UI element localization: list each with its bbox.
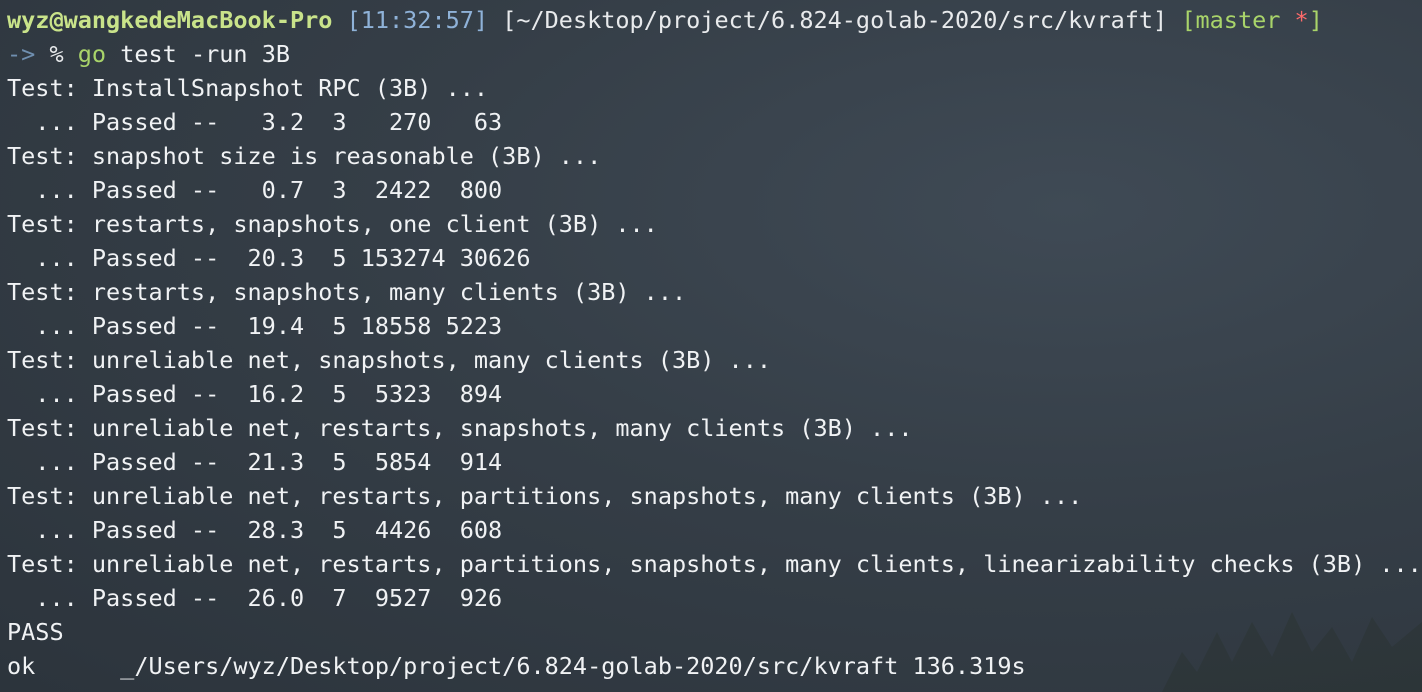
output-line: ... Passed -- 19.4 5 18558 5223 (7, 312, 503, 340)
prompt-line-1: wyz@wangkedeMacBook-Pro [11:32:57] [~/De… (7, 3, 1323, 37)
output-line: Test: unreliable net, restarts, partitio… (7, 482, 1083, 510)
command-name: go (77, 40, 107, 68)
output-line: ... Passed -- 21.3 5 5854 914 (7, 448, 503, 476)
prompt-user-host: wyz@wangkedeMacBook-Pro (7, 6, 333, 34)
output-line-ok: ok _/Users/wyz/Desktop/project/6.824-gol… (7, 652, 1026, 680)
prompt-time: [11:32:57] (346, 6, 489, 34)
prompt-branch: master (1195, 6, 1281, 34)
output-line: Test: restarts, snapshots, many clients … (7, 278, 687, 306)
output-line: ... Passed -- 16.2 5 5323 894 (7, 380, 503, 408)
output-line: ... Passed -- 26.0 7 9527 926 (7, 584, 503, 612)
output-line: Test: unreliable net, restarts, partitio… (7, 550, 1422, 578)
output-line: Test: restarts, snapshots, one client (3… (7, 210, 658, 238)
output-line: Test: snapshot size is reasonable (3B) .… (7, 142, 602, 170)
prompt-line-2: -> % go test -run 3B (7, 37, 290, 71)
output-line: Test: unreliable net, snapshots, many cl… (7, 346, 772, 374)
output-line: Test: unreliable net, restarts, snapshot… (7, 414, 913, 442)
output-line: ... Passed -- 0.7 3 2422 800 (7, 176, 503, 204)
prompt-cwd: [~/Desktop/project/6.824-golab-2020/src/… (502, 6, 1168, 34)
terminal-window[interactable]: wyz@wangkedeMacBook-Pro [11:32:57] [~/De… (0, 0, 1422, 692)
prompt-branch-open: [ (1181, 6, 1196, 34)
output-line: ... Passed -- 3.2 3 270 63 (7, 108, 503, 136)
output-line-pass: PASS (7, 618, 64, 646)
output-line: ... Passed -- 28.3 5 4426 608 (7, 516, 503, 544)
prompt-branch-close: ] (1308, 6, 1323, 34)
command-args: test -run 3B (120, 40, 290, 68)
prompt-percent: % (49, 40, 64, 68)
output-line: ... Passed -- 20.3 5 153274 30626 (7, 244, 531, 272)
output-line: Test: InstallSnapshot RPC (3B) ... (7, 74, 489, 102)
prompt-dirty-marker: * (1294, 6, 1309, 34)
prompt-arrow: -> (7, 40, 36, 68)
